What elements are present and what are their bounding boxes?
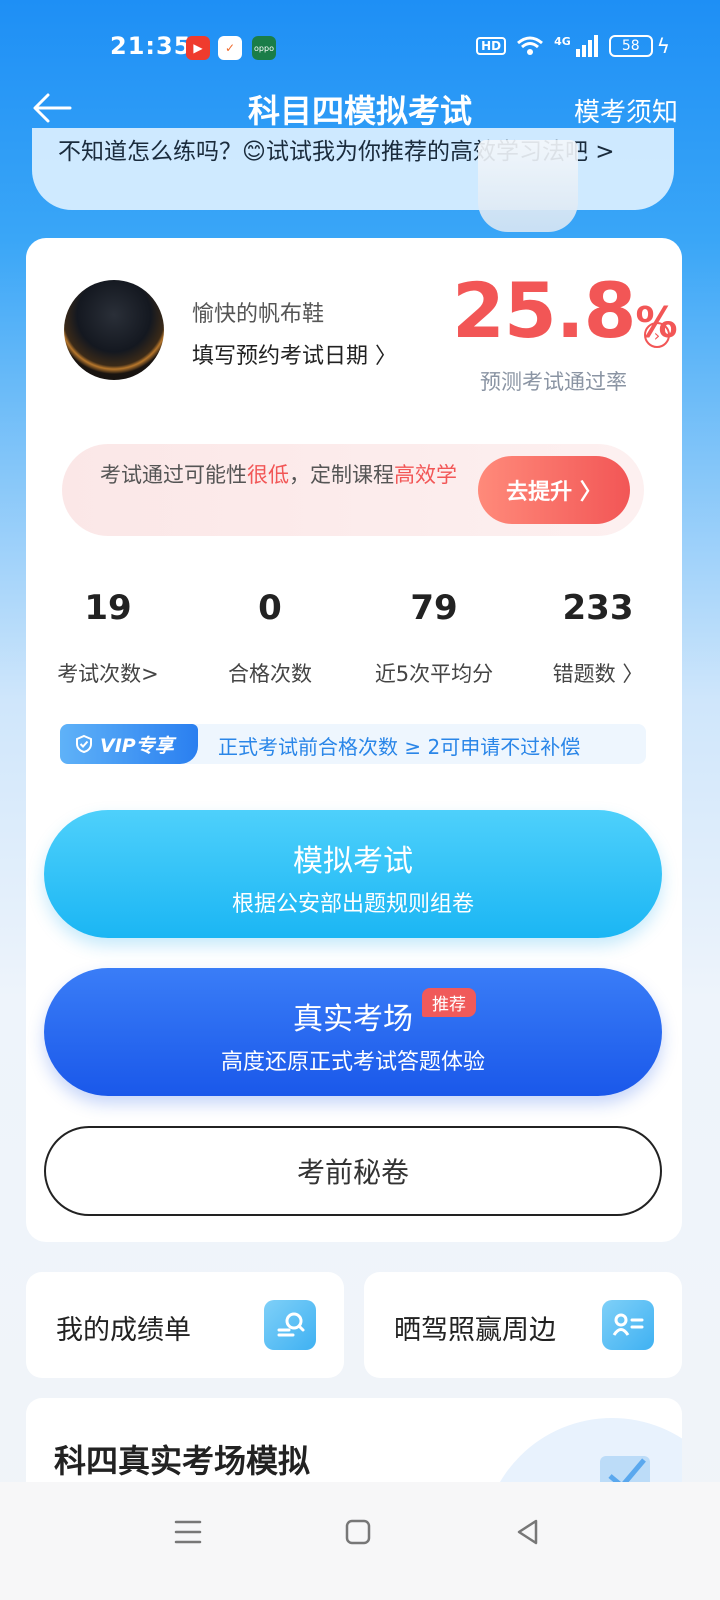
stat-label: 错题数 〉 <box>552 662 644 686</box>
home-icon[interactable] <box>338 1512 378 1552</box>
alert-text-middle: ，定制课程 <box>289 463 394 487</box>
exam-notice-link[interactable]: 模考须知 <box>574 92 678 129</box>
vip-tag: VIP专享 <box>60 724 198 764</box>
game-app-icon: ✓ <box>218 36 242 60</box>
status-bar: 21:35 ▶ ✓ oppo HD 4G 58 ϟ <box>0 0 720 90</box>
status-indicators: HD 4G 58 ϟ <box>476 34 670 58</box>
vip-tag-label: VIP专享 <box>100 734 174 757</box>
charging-icon: ϟ <box>656 34 670 58</box>
real-exam-title: 真实考场 <box>293 1002 413 1037</box>
shield-check-icon <box>76 734 92 754</box>
recommended-badge: 推荐 <box>422 988 476 1017</box>
stat-label: 近5次平均分 <box>374 662 494 686</box>
vip-text: 正式考试前合格次数 ≥ 2可申请不过补偿 <box>218 735 581 759</box>
signal-bars-icon <box>575 35 598 57</box>
oppo-app-icon: oppo <box>252 36 276 60</box>
stat-value: 19 <box>84 588 132 628</box>
stat-pass-count: 0 合格次数 <box>190 588 350 688</box>
system-navigation-bar <box>0 1482 720 1600</box>
stat-value: 79 <box>410 588 458 628</box>
menu-icon[interactable] <box>168 1512 208 1552</box>
pass-probability-alert: 考试通过可能性很低，定制课程高效学 去提升 〉 <box>62 444 644 536</box>
secret-paper-button[interactable]: 考前秘卷 <box>44 1126 662 1216</box>
stat-exam-count[interactable]: 19 考试次数> <box>28 588 188 688</box>
mock-exam-button[interactable]: 模拟考试 根据公安部出题规则组卷 <box>44 810 662 938</box>
real-exam-subtitle: 高度还原正式考试答题体验 <box>220 1050 485 1075</box>
search-doc-icon <box>264 1300 316 1350</box>
share-license-label: 晒驾照赢周边 <box>394 1315 556 1346</box>
alert-text: 考试通过可能性很低，定制课程高效学 <box>100 460 480 491</box>
id-card-icon <box>602 1300 654 1350</box>
status-time: 21:35 <box>110 32 192 60</box>
boost-button[interactable]: 去提升 〉 <box>478 456 630 524</box>
video-app-icon: ▶ <box>186 36 210 60</box>
wifi-icon <box>517 36 544 55</box>
stat-label: 合格次数 <box>228 662 312 686</box>
exam-overview-card: 愉快的帆布鞋 填写预约考试日期 〉 25.8% › 预测考试通过率 考试通过可能… <box>26 238 682 1242</box>
real-exam-button[interactable]: 真实考场 推荐 高度还原正式考试答题体验 <box>44 968 662 1096</box>
hd-badge: HD <box>476 37 507 55</box>
stat-wrong-count[interactable]: 233 错题数 〉 <box>518 588 678 688</box>
exam-stats: 19 考试次数> 0 合格次数 79 近5次平均分 233 错题数 〉 <box>26 588 682 698</box>
section-title: 科四真实考场模拟 <box>54 1442 311 1480</box>
score-report-label: 我的成绩单 <box>56 1315 191 1346</box>
share-license-card[interactable]: 晒驾照赢周边 <box>364 1272 682 1378</box>
mascot-figure <box>478 140 578 232</box>
signal-4g-label: 4G <box>554 34 571 48</box>
pass-rate-value: 25.8 <box>452 266 637 355</box>
exam-date-link[interactable]: 填写预约考试日期 〉 <box>192 338 397 370</box>
stat-value: 0 <box>258 588 282 628</box>
chevron-right-icon[interactable]: › <box>644 322 670 348</box>
back-triangle-icon[interactable] <box>508 1512 548 1552</box>
mock-exam-subtitle: 根据公安部出题规则组卷 <box>231 892 474 917</box>
pass-rate-label: 预测考试通过率 <box>480 370 627 394</box>
username: 愉快的帆布鞋 <box>192 302 325 327</box>
alert-text-before: 考试通过可能性 <box>100 463 247 487</box>
mock-exam-title: 模拟考试 <box>293 844 413 879</box>
alert-text-low: 很低 <box>247 463 289 487</box>
pass-rate[interactable]: 25.8% <box>452 266 678 355</box>
battery-indicator: 58 <box>608 35 653 57</box>
stat-label: 考试次数> <box>57 662 159 686</box>
score-report-card[interactable]: 我的成绩单 <box>26 1272 344 1378</box>
avatar[interactable] <box>64 280 164 380</box>
stat-average-score: 79 近5次平均分 <box>354 588 514 688</box>
stat-value: 233 <box>562 588 634 628</box>
alert-text-efficient: 高效学 <box>394 463 457 487</box>
vip-compensation-strip[interactable]: VIP专享 正式考试前合格次数 ≥ 2可申请不过补偿 <box>60 724 646 764</box>
